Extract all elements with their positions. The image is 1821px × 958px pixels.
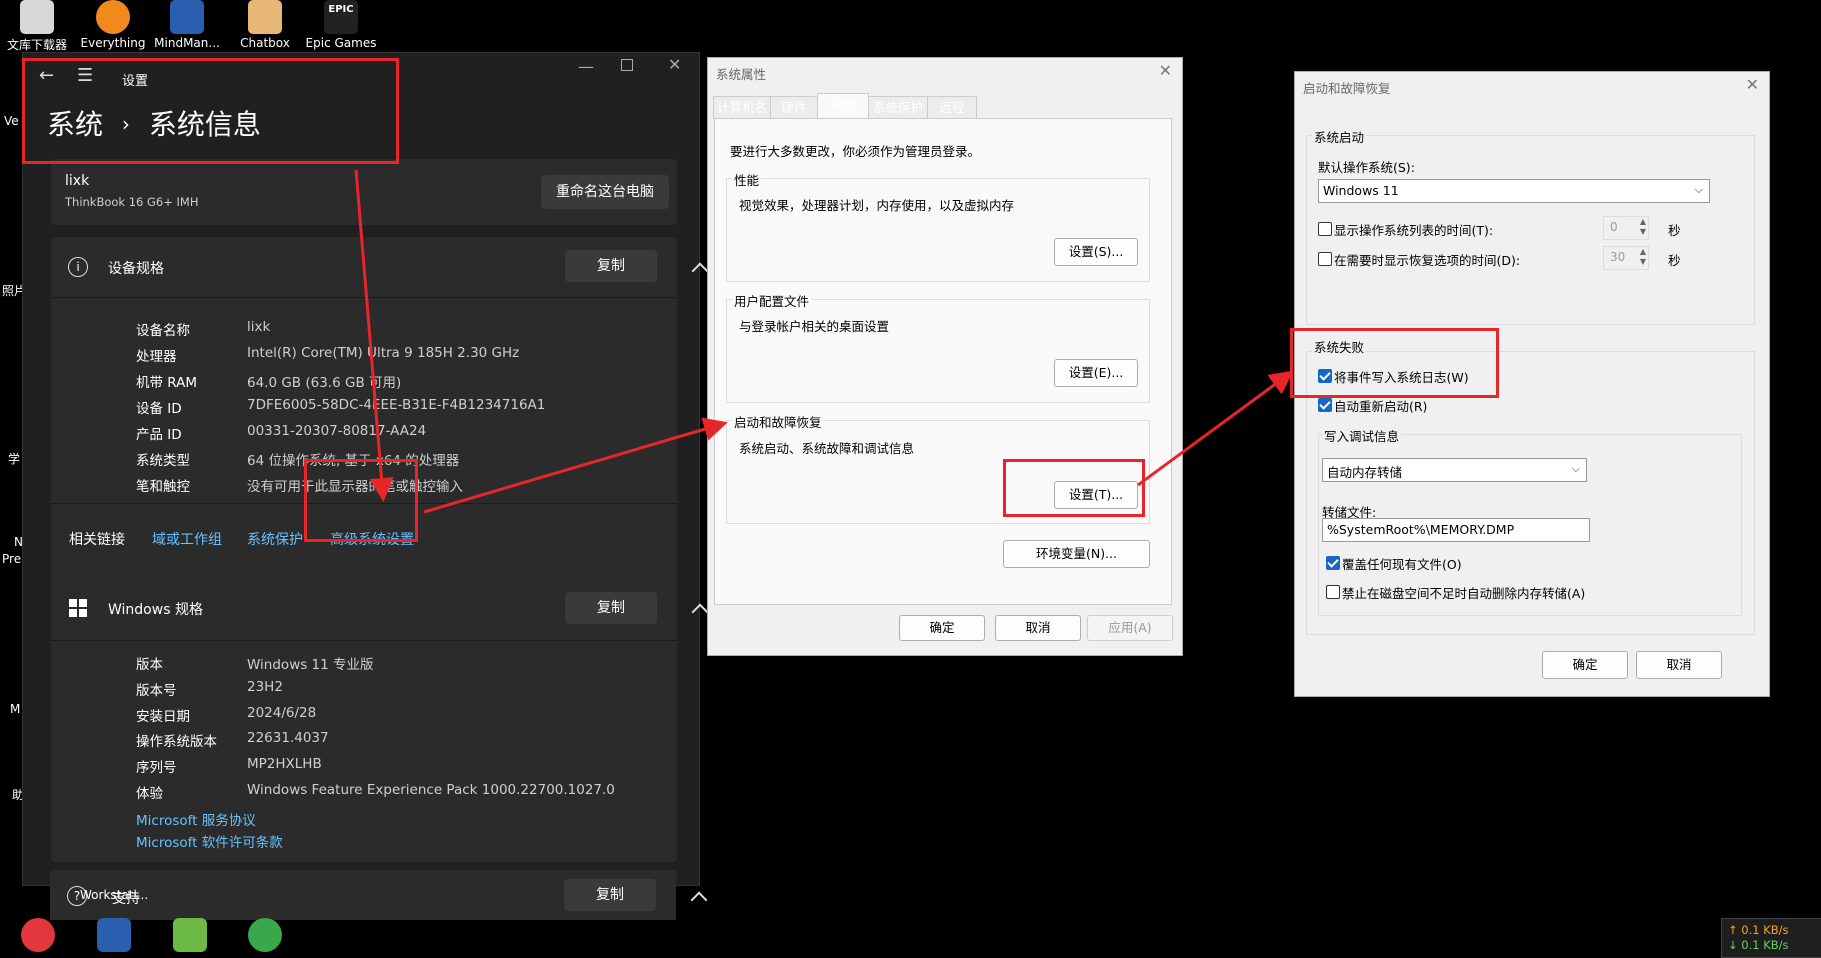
network-speed-widget: ↑ 0.1 KB/s ↓ 0.1 KB/s xyxy=(1721,918,1821,958)
annotation-arrow xyxy=(1137,370,1294,487)
download-speed: ↓ 0.1 KB/s xyxy=(1728,938,1789,952)
annotation-arrow xyxy=(354,169,394,502)
annotation-arrow xyxy=(423,417,728,514)
app-globe-icon[interactable] xyxy=(248,918,282,952)
annotation-arrows xyxy=(354,169,1294,514)
upload-speed: ↑ 0.1 KB/s xyxy=(1728,923,1789,937)
mindmanager-icon[interactable] xyxy=(97,918,131,952)
netease-music-icon[interactable] xyxy=(21,918,55,952)
app-green-icon[interactable] xyxy=(173,918,207,952)
taskbar-label: Workstati... xyxy=(80,888,149,902)
